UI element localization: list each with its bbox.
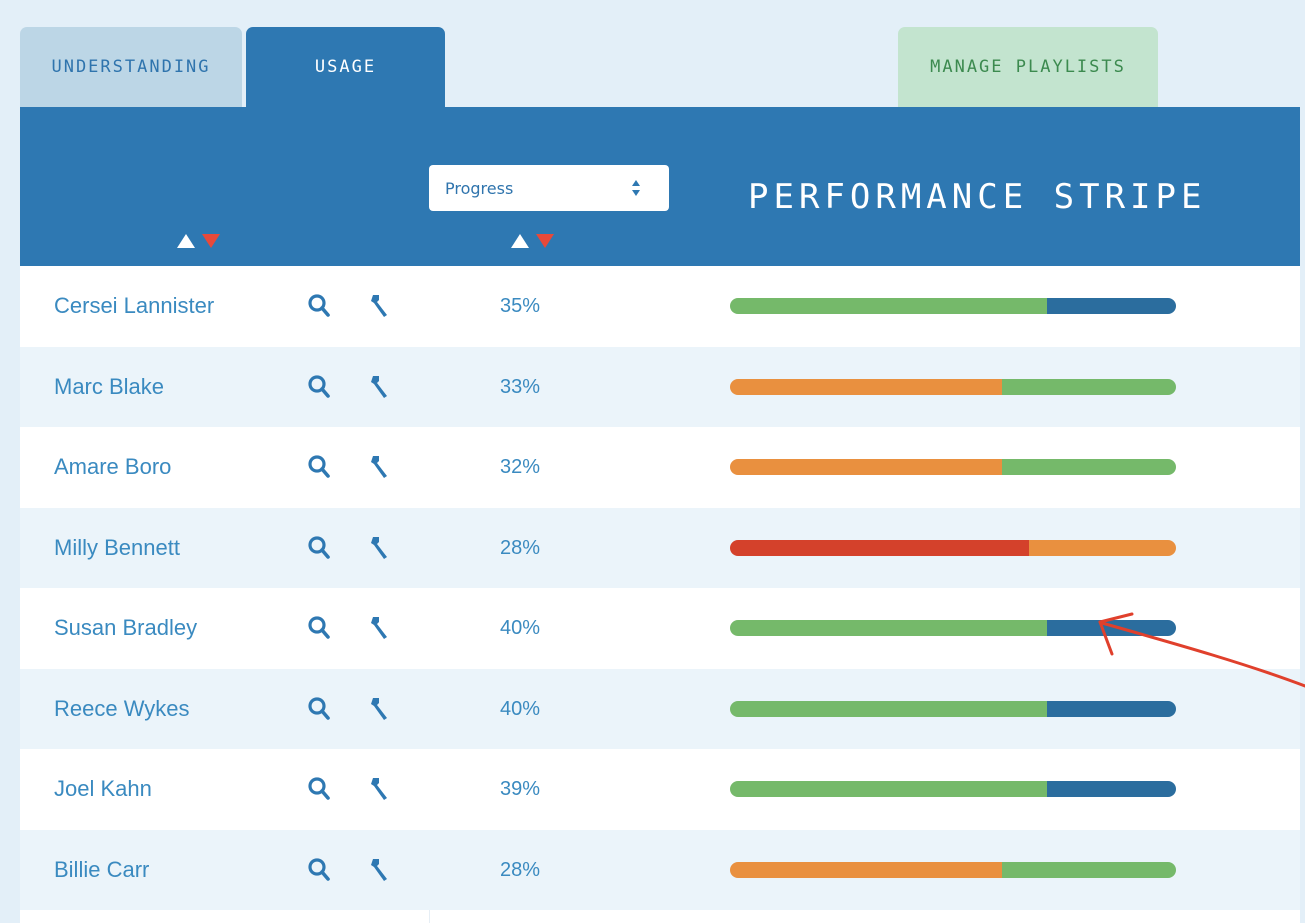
sort-ascending-icon[interactable] bbox=[177, 234, 195, 248]
sort-descending-icon[interactable] bbox=[536, 234, 554, 248]
progress-value: 40% bbox=[499, 617, 541, 639]
stripe-segment-green bbox=[1002, 861, 1176, 878]
table-row: Milly Bennett 28% bbox=[20, 507, 1300, 588]
search-icon[interactable] bbox=[306, 534, 334, 562]
performance-stripe bbox=[730, 539, 1176, 556]
progress-value: 28% bbox=[499, 536, 541, 559]
search-icon[interactable] bbox=[306, 775, 334, 803]
progress-value: 39% bbox=[499, 778, 541, 800]
sort-ascending-icon[interactable] bbox=[511, 234, 529, 248]
stripe-segment-blue bbox=[1046, 700, 1176, 717]
progress-value: 40% bbox=[499, 697, 541, 720]
table-header: Progress PERFORMANCE STRIPE bbox=[20, 107, 1300, 266]
wrench-icon[interactable] bbox=[366, 695, 394, 723]
stripe-segment-green bbox=[1002, 459, 1176, 475]
performance-stripe bbox=[730, 781, 1176, 797]
manage-playlists-button[interactable]: MANAGE PLAYLISTS bbox=[898, 27, 1158, 107]
select-arrows-icon bbox=[632, 180, 640, 196]
table-row: Joel Kahn 39% bbox=[20, 749, 1300, 830]
wrench-icon[interactable] bbox=[366, 856, 394, 884]
wrench-icon[interactable] bbox=[366, 373, 394, 401]
stripe-segment-orange bbox=[730, 459, 1003, 475]
tab-bar: UNDERSTANDING USAGE MANAGE PLAYLISTS bbox=[20, 27, 1305, 107]
metric-select-value: Progress bbox=[445, 178, 514, 198]
student-name[interactable]: Susan Bradley bbox=[54, 588, 197, 668]
search-icon[interactable] bbox=[306, 373, 334, 401]
student-name[interactable]: Marc Blake bbox=[54, 347, 164, 427]
table-row: Amare Boro 32% bbox=[20, 427, 1300, 508]
name-sort-control bbox=[177, 234, 220, 248]
wrench-icon[interactable] bbox=[366, 775, 394, 803]
progress-value: 28% bbox=[499, 858, 541, 881]
table-row: Billie Carr 28% bbox=[20, 829, 1300, 910]
student-name[interactable]: Cersei Lannister bbox=[54, 266, 214, 346]
search-icon[interactable] bbox=[306, 856, 334, 884]
progress-value: 35% bbox=[499, 295, 541, 317]
stripe-segment-blue bbox=[1046, 620, 1176, 636]
wrench-icon[interactable] bbox=[366, 453, 394, 481]
student-name[interactable]: Milly Bennett bbox=[54, 508, 180, 588]
usage-panel: Progress PERFORMANCE STRIPE Cersei Lanni… bbox=[20, 107, 1300, 923]
student-name[interactable]: Reece Wykes bbox=[54, 669, 190, 749]
student-name[interactable]: Joel Kahn bbox=[54, 749, 152, 829]
progress-value: 32% bbox=[499, 456, 541, 478]
search-icon[interactable] bbox=[306, 453, 334, 481]
stripe-segment-red bbox=[730, 539, 1029, 556]
performance-stripe bbox=[730, 378, 1176, 395]
student-table-body: Cersei Lannister 35% Marc Blake 33% Amare Bo… bbox=[20, 266, 1300, 910]
tab-usage[interactable]: USAGE bbox=[246, 27, 445, 107]
stripe-segment-orange bbox=[730, 861, 1003, 878]
table-row: Reece Wykes 40% bbox=[20, 668, 1300, 749]
stripe-segment-orange bbox=[1028, 539, 1176, 556]
student-name[interactable]: Billie Carr bbox=[54, 830, 149, 910]
table-row: Cersei Lannister 35% bbox=[20, 266, 1300, 347]
stripe-segment-green bbox=[730, 620, 1047, 636]
progress-sort-control bbox=[511, 234, 554, 248]
stripe-segment-green bbox=[730, 700, 1047, 717]
metric-select[interactable]: Progress bbox=[429, 165, 669, 211]
stripe-segment-blue bbox=[1046, 298, 1176, 314]
wrench-icon[interactable] bbox=[366, 614, 394, 642]
tab-understanding[interactable]: UNDERSTANDING bbox=[20, 27, 242, 107]
stripe-segment-green bbox=[730, 298, 1047, 314]
student-name[interactable]: Amare Boro bbox=[54, 427, 171, 507]
stripe-segment-orange bbox=[730, 378, 1003, 395]
performance-stripe bbox=[730, 700, 1176, 717]
performance-stripe bbox=[730, 861, 1176, 878]
table-row: Marc Blake 33% bbox=[20, 346, 1300, 427]
table-row: Susan Bradley 40% bbox=[20, 588, 1300, 669]
stripe-segment-green bbox=[730, 781, 1047, 797]
performance-stripe bbox=[730, 298, 1176, 314]
sort-descending-icon[interactable] bbox=[202, 234, 220, 248]
search-icon[interactable] bbox=[306, 695, 334, 723]
wrench-icon[interactable] bbox=[366, 534, 394, 562]
performance-stripe bbox=[730, 620, 1176, 636]
wrench-icon[interactable] bbox=[366, 292, 394, 320]
stripe-segment-green bbox=[1002, 378, 1176, 395]
progress-value: 33% bbox=[499, 375, 541, 398]
search-icon[interactable] bbox=[306, 292, 334, 320]
search-icon[interactable] bbox=[306, 614, 334, 642]
performance-stripe bbox=[730, 459, 1176, 475]
stripe-segment-blue bbox=[1046, 781, 1176, 797]
performance-stripe-heading: PERFORMANCE STRIPE bbox=[748, 177, 1207, 217]
